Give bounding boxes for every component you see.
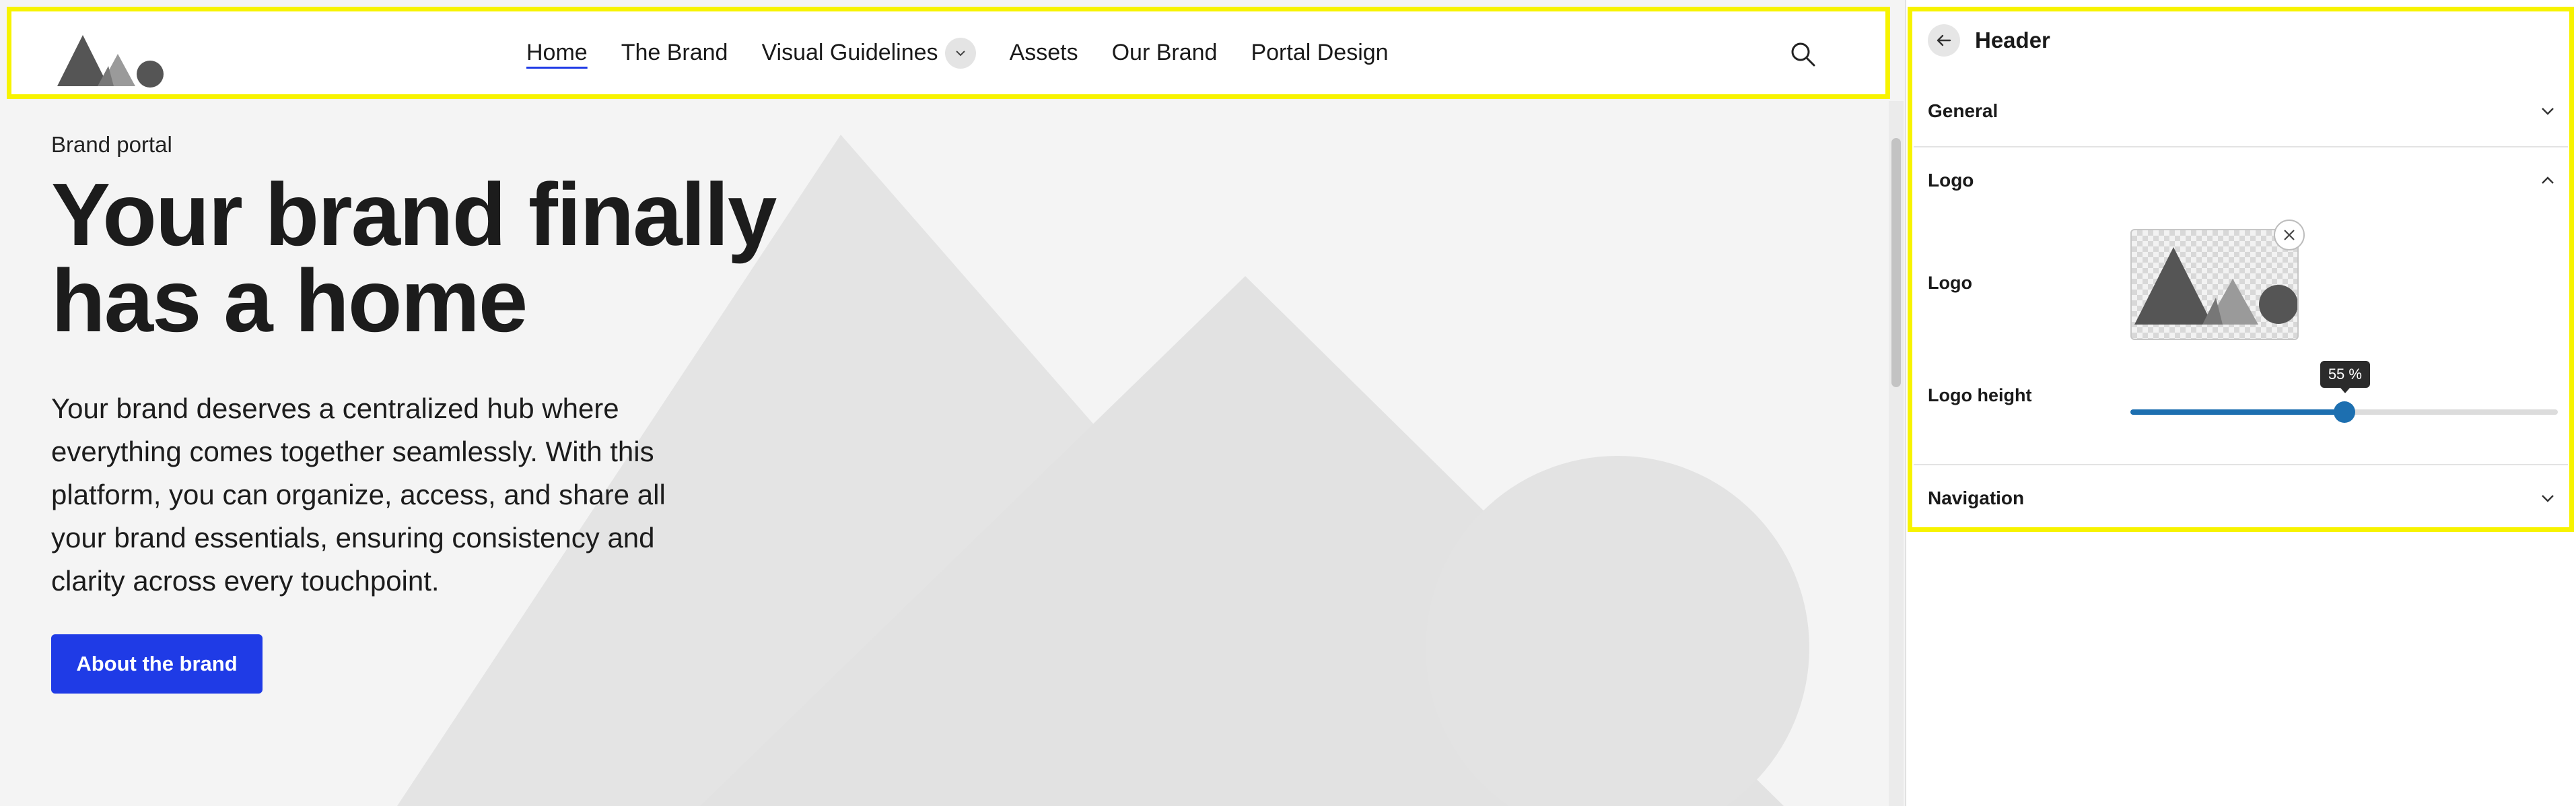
- section-navigation-label: Navigation: [1928, 488, 2025, 508]
- nav-item-the-brand[interactable]: The Brand: [621, 40, 728, 66]
- brand-logo-thumbnail: [2134, 247, 2298, 325]
- preview-scrollbar[interactable]: [1889, 101, 1904, 806]
- section-separator: [1914, 146, 2568, 147]
- main-nav: Home The Brand Visual Guidelines Assets …: [526, 11, 1422, 94]
- hero-title-line-1: Your brand finally: [51, 165, 777, 264]
- nav-item-our-brand[interactable]: Our Brand: [1112, 40, 1218, 66]
- hero-eyebrow: Brand portal: [51, 132, 172, 157]
- hero-title-line-2: has a home: [51, 251, 528, 350]
- nav-item-portal-design[interactable]: Portal Design: [1251, 40, 1388, 66]
- nav-item-visual-guidelines[interactable]: Visual Guidelines: [761, 37, 976, 69]
- nav-item-home[interactable]: Home: [526, 40, 588, 66]
- panel-header: Header: [1928, 24, 2050, 57]
- back-arrow-icon[interactable]: [1928, 24, 1960, 57]
- close-icon: [2284, 230, 2295, 240]
- preview-scrollbar-thumb[interactable]: [1891, 138, 1901, 387]
- logo-height-label: Logo height: [1928, 385, 2032, 405]
- nav-item-visual-guidelines-label: Visual Guidelines: [761, 40, 938, 65]
- logo-upload-preview[interactable]: [2130, 229, 2299, 340]
- logo-height-slider-thumb[interactable]: [2333, 401, 2355, 423]
- panel-title: Header: [1975, 28, 2050, 53]
- logo-height-slider[interactable]: 55 %: [2130, 361, 2558, 423]
- section-general[interactable]: General: [1928, 91, 2557, 131]
- chevron-down-icon[interactable]: [944, 37, 976, 69]
- hero-title: Your brand finally has a home: [51, 170, 859, 345]
- section-general-label: General: [1928, 100, 1998, 121]
- chevron-down-icon: [2542, 495, 2554, 502]
- section-logo[interactable]: Logo: [1928, 160, 2557, 201]
- nav-item-assets[interactable]: Assets: [1010, 40, 1078, 66]
- about-the-brand-button[interactable]: About the brand: [51, 634, 263, 694]
- search-icon[interactable]: [1788, 40, 1818, 69]
- remove-logo-button[interactable]: [2274, 220, 2305, 250]
- chevron-up-icon: [2542, 176, 2554, 184]
- site-header: Home The Brand Visual Guidelines Assets …: [7, 7, 1890, 99]
- chevron-down-icon: [2542, 108, 2554, 115]
- logo-field-label: Logo: [1928, 273, 1972, 293]
- logo-height-slider-fill: [2130, 409, 2344, 415]
- site-preview: Home The Brand Visual Guidelines Assets …: [0, 0, 1905, 806]
- section-logo-label: Logo: [1928, 170, 1974, 191]
- brand-logo[interactable]: [57, 34, 172, 88]
- logo-height-tooltip: 55 %: [2320, 361, 2370, 393]
- hero-description: Your brand deserves a centralized hub wh…: [51, 393, 666, 597]
- section-separator: [1914, 464, 2568, 465]
- section-navigation[interactable]: Navigation: [1928, 478, 2557, 518]
